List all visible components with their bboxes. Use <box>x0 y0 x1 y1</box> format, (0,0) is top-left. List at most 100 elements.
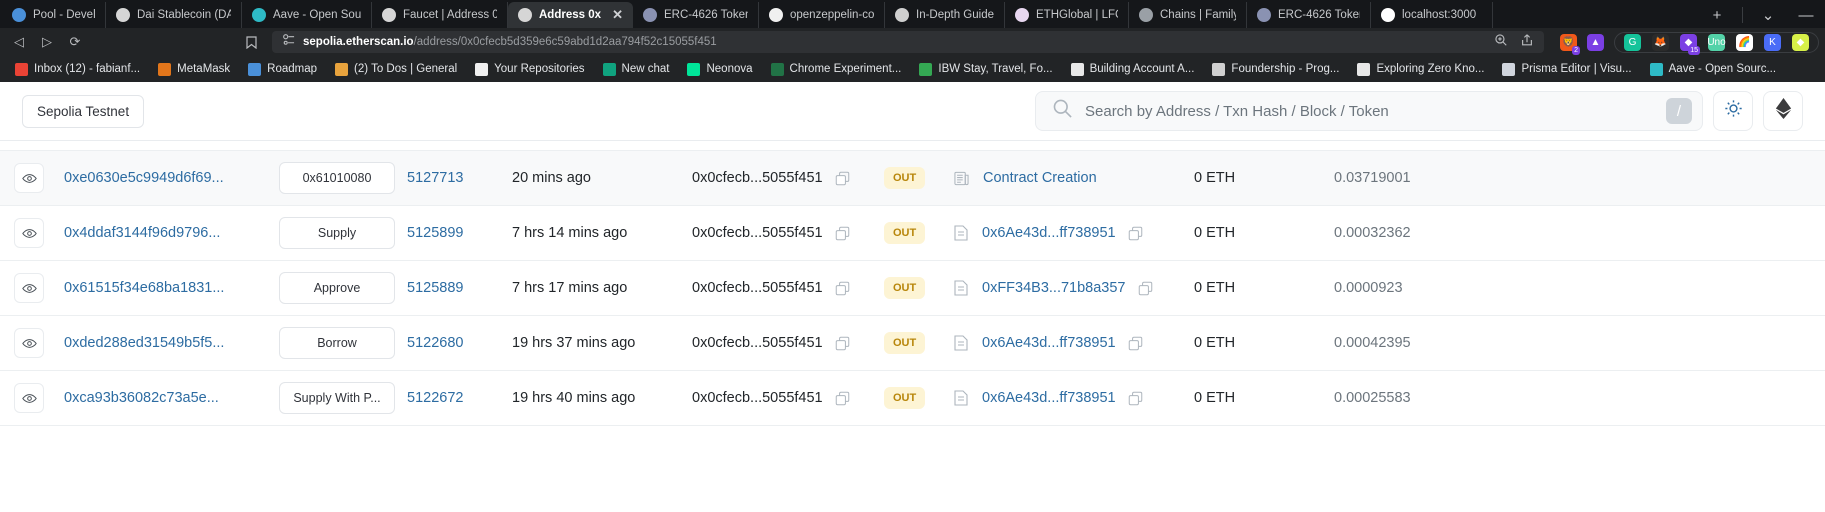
zoom-icon[interactable] <box>1494 33 1508 52</box>
rainbow-icon[interactable]: 🌈 <box>1736 33 1753 51</box>
browser-tab[interactable]: ETHGlobal | LFGHO <box>1005 2 1129 28</box>
status-badge: OUT <box>884 222 926 244</box>
tab-title: Pool - Developers <box>33 9 95 21</box>
block-link[interactable]: 5125899 <box>407 225 463 241</box>
txn-hash-link[interactable]: 0xe0630e5c9949d6f69... <box>64 170 224 186</box>
close-icon[interactable]: ✕ <box>612 7 623 23</box>
table-row[interactable]: 0xe0630e5c9949d6f69... 0x61010080 5127713 2… <box>0 151 1825 206</box>
eye-icon[interactable] <box>14 218 44 248</box>
to-cell: 0x6Ae43d...ff738951 <box>948 225 1188 241</box>
method-badge[interactable]: Supply With P... <box>279 382 395 414</box>
to-link[interactable]: 0xFF34B3...71b8a357 <box>982 280 1126 296</box>
copy-icon[interactable] <box>835 171 850 186</box>
bookmark-item[interactable]: Building Account A... <box>1064 61 1202 78</box>
new-tab-button[interactable]: + <box>1698 2 1736 28</box>
method-badge[interactable]: Borrow <box>279 327 395 359</box>
copy-icon[interactable] <box>1138 281 1153 296</box>
bookmark-item[interactable]: Exploring Zero Kno... <box>1350 61 1491 78</box>
metamask-icon[interactable]: 🦊 <box>1652 33 1669 51</box>
bookmark-item[interactable]: Inbox (12) - fabianf... <box>8 61 147 78</box>
table-row[interactable]: 0xded288ed31549b5f5... Borrow 5122680 19 hr… <box>0 316 1825 371</box>
browser-tab[interactable]: Chains | Family Do <box>1129 2 1247 28</box>
from-address: 0x0cfecb...5055f451 <box>692 280 823 296</box>
address-bar[interactable]: sepolia.etherscan.io/address/0x0cfecb5d3… <box>272 31 1544 53</box>
kadena-icon-glyph: K <box>1769 36 1776 48</box>
bookmark-item[interactable]: Aave - Open Sourc... <box>1643 61 1783 78</box>
browser-tab[interactable]: Faucet | Address 0x <box>372 2 508 28</box>
wallet-icon[interactable]: ◆ 15 <box>1680 33 1700 55</box>
copy-icon[interactable] <box>835 281 850 296</box>
to-link[interactable]: Contract Creation <box>983 170 1097 186</box>
share-icon[interactable] <box>1520 33 1534 52</box>
browser-tab[interactable]: Address 0x0cf ✕ <box>508 2 633 28</box>
eye-icon[interactable] <box>14 328 44 358</box>
brave-shields-icon[interactable]: 🦁 2 <box>1560 33 1580 55</box>
eth-price-button[interactable] <box>1763 91 1803 131</box>
copy-icon[interactable] <box>835 336 850 351</box>
to-link[interactable]: 0x6Ae43d...ff738951 <box>982 390 1116 406</box>
uno-icon[interactable]: Uno <box>1707 33 1726 51</box>
eye-icon[interactable] <box>14 163 44 193</box>
bookmark-item[interactable]: Foundership - Prog... <box>1205 61 1346 78</box>
block-link[interactable]: 5127713 <box>407 170 463 186</box>
forward-icon[interactable]: ▷ <box>34 31 60 53</box>
reload-icon[interactable]: ⟳ <box>62 31 88 53</box>
method-badge[interactable]: 0x61010080 <box>279 162 395 194</box>
browser-tab[interactable]: Pool - Developers <box>2 2 106 28</box>
brave-rewards-icon[interactable]: ▲ <box>1587 33 1604 51</box>
grammarly-icon[interactable]: G <box>1624 33 1641 51</box>
table-row[interactable]: 0x61515f34e68ba1831... Approve 5125889 7 hr… <box>0 261 1825 316</box>
site-settings-icon[interactable] <box>282 33 295 51</box>
rainbow-icon-glyph: 🌈 <box>1738 36 1751 48</box>
search-input[interactable]: Search by Address / Txn Hash / Block / T… <box>1085 103 1654 120</box>
bookmark-item[interactable]: Neonova <box>680 61 759 78</box>
browser-tab[interactable]: Aave - Open Sourc <box>242 2 372 28</box>
block-link[interactable]: 5122680 <box>407 335 463 351</box>
browser-tab[interactable]: Dai Stablecoin (DAI <box>106 2 242 28</box>
copy-icon[interactable] <box>835 226 850 241</box>
bookmark-label: Neonova <box>706 63 753 75</box>
bookmark-item[interactable]: IBW Stay, Travel, Fo... <box>912 61 1059 78</box>
table-row[interactable]: 0x4ddaf3144f96d9796... Supply 5125899 7 hrs… <box>0 206 1825 261</box>
bookmark-item[interactable]: (2) To Dos | General <box>328 61 464 78</box>
kadena-icon[interactable]: K <box>1764 33 1781 51</box>
network-badge[interactable]: Sepolia Testnet <box>22 94 145 128</box>
copy-icon[interactable] <box>1128 226 1143 241</box>
browser-tab[interactable]: In-Depth Guide on <box>885 2 1005 28</box>
copy-icon[interactable] <box>1128 391 1143 406</box>
theme-toggle-button[interactable] <box>1713 91 1753 131</box>
txn-hash-link[interactable]: 0xca93b36082c73a5e... <box>64 390 219 406</box>
bookmark-item[interactable]: New chat <box>596 61 677 78</box>
method-badge[interactable]: Supply <box>279 217 395 249</box>
from-address: 0x0cfecb...5055f451 <box>692 335 823 351</box>
tab-search-button[interactable]: ⌄ <box>1749 2 1787 28</box>
search-bar[interactable]: Search by Address / Txn Hash / Block / T… <box>1035 91 1703 131</box>
bookmark-item[interactable]: Your Repositories <box>468 61 591 78</box>
block-link[interactable]: 5122672 <box>407 390 463 406</box>
bookmark-item[interactable]: MetaMask <box>151 61 237 78</box>
eye-icon[interactable] <box>14 273 44 303</box>
eye-icon[interactable] <box>14 383 44 413</box>
value-cell: 0 ETH <box>1194 280 1236 296</box>
to-link[interactable]: 0x6Ae43d...ff738951 <box>982 335 1116 351</box>
browser-tab[interactable]: ERC-4626 Tokeniz <box>633 2 759 28</box>
copy-icon[interactable] <box>1128 336 1143 351</box>
bookmark-icon[interactable] <box>238 31 264 53</box>
browser-tab[interactable]: openzeppelin-cont <box>759 2 885 28</box>
txn-hash-link[interactable]: 0xded288ed31549b5f5... <box>64 335 224 351</box>
browser-tab[interactable]: ERC-4626 Tokeniz <box>1247 2 1371 28</box>
block-link[interactable]: 5125889 <box>407 280 463 296</box>
copy-icon[interactable] <box>835 391 850 406</box>
back-icon[interactable]: ◁ <box>6 31 32 53</box>
phantom-icon[interactable]: ◆ <box>1792 33 1809 51</box>
txn-hash-link[interactable]: 0x61515f34e68ba1831... <box>64 280 224 296</box>
bookmark-item[interactable]: Prisma Editor | Visu... <box>1495 61 1638 78</box>
txn-hash-link[interactable]: 0x4ddaf3144f96d9796... <box>64 225 220 241</box>
bookmark-item[interactable]: Roadmap <box>241 61 324 78</box>
bookmark-item[interactable]: Chrome Experiment... <box>764 61 909 78</box>
table-row[interactable]: 0xca93b36082c73a5e... Supply With P... 512… <box>0 371 1825 426</box>
to-link[interactable]: 0x6Ae43d...ff738951 <box>982 225 1116 241</box>
minimize-window-button[interactable]: — <box>1787 2 1825 28</box>
method-badge[interactable]: Approve <box>279 272 395 304</box>
browser-tab[interactable]: localhost:3000 <box>1371 2 1493 28</box>
